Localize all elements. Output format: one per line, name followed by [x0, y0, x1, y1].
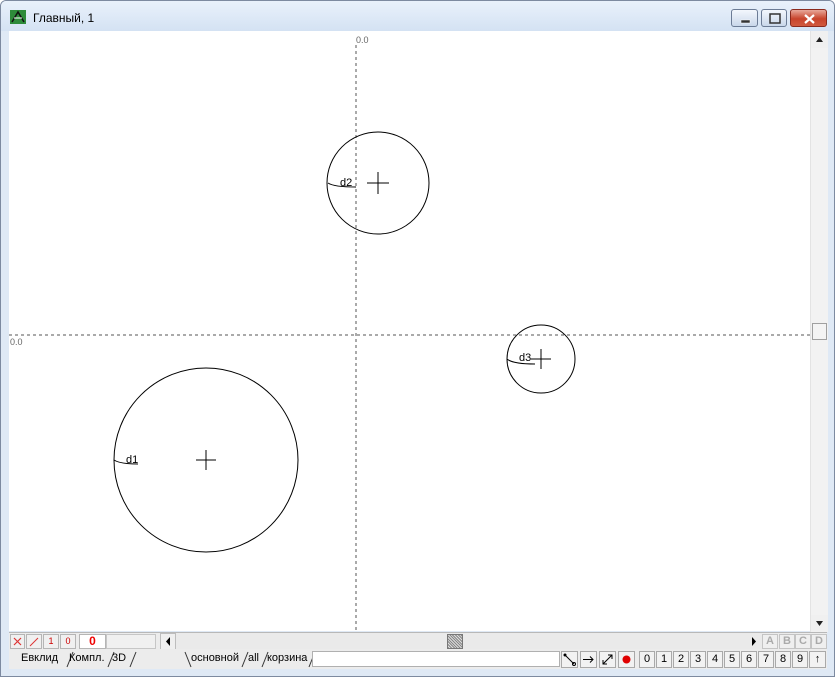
- scroll-up-button[interactable]: [811, 31, 828, 48]
- circle-d1-center-cross: [196, 450, 216, 470]
- scroll-down-button[interactable]: [811, 615, 828, 632]
- window-frame-bottom: [1, 669, 834, 676]
- maximize-button[interactable]: [761, 9, 787, 27]
- close-button[interactable]: [790, 9, 827, 27]
- command-bar: 1 0 0 A B C D: [9, 632, 827, 650]
- tab-all[interactable]: all: [248, 651, 259, 667]
- tab-kompl[interactable]: Компл.: [69, 651, 105, 667]
- letter-a-button[interactable]: A: [762, 634, 778, 649]
- slash-icon: [29, 637, 39, 647]
- triangle-left-icon[interactable]: [160, 633, 176, 650]
- triangle-up-icon: [816, 37, 823, 42]
- main-window: Главный, 1 0.0 0.0 d2 d3 d1 1 0 0 A B C …: [0, 0, 835, 677]
- window-title: Главный, 1: [33, 11, 95, 25]
- letter-d-button[interactable]: D: [811, 634, 827, 649]
- diagonal-arrows-icon: [602, 654, 613, 665]
- circle-d1[interactable]: d1: [113, 367, 299, 553]
- one-button[interactable]: 1: [43, 634, 59, 649]
- x-icon: [13, 637, 22, 646]
- maximize-icon: [769, 13, 781, 24]
- record-button[interactable]: [618, 651, 635, 668]
- number-button-1[interactable]: 1: [656, 651, 672, 668]
- tab-3d[interactable]: 3D: [112, 651, 126, 667]
- counter-value: 0: [79, 634, 106, 649]
- triangle-right-icon[interactable]: [746, 633, 762, 650]
- record-dot-icon: [622, 655, 631, 664]
- number-button-9[interactable]: 9: [792, 651, 808, 668]
- tab-divider-icon: [129, 651, 137, 668]
- number-button-8[interactable]: 8: [775, 651, 791, 668]
- circle-d3[interactable]: d3: [506, 324, 576, 394]
- letter-c-button[interactable]: C: [795, 634, 811, 649]
- drawing-canvas[interactable]: 0.0 0.0 d2 d3 d1: [9, 31, 810, 631]
- delete-button[interactable]: [10, 634, 25, 649]
- tab-korzina[interactable]: корзина: [267, 651, 307, 667]
- minimize-icon: [740, 19, 751, 24]
- axis-label-left: 0.0: [10, 337, 23, 347]
- axis-label-top: 0.0: [356, 35, 369, 45]
- tab-bar: Евклид Компл. 3D основной all корзина 0 …: [9, 649, 827, 669]
- blank-field: [106, 634, 156, 649]
- connect-tool-button[interactable]: [561, 651, 578, 668]
- circle-d2[interactable]: d2: [326, 131, 430, 235]
- tab-evklid[interactable]: Евклид: [21, 651, 58, 667]
- vertical-scrollbar[interactable]: [810, 31, 828, 632]
- triangle-down-icon: [816, 621, 823, 626]
- number-button-3[interactable]: 3: [690, 651, 706, 668]
- tab-osnovnoy[interactable]: основной: [191, 651, 239, 667]
- arrow-right-icon: [583, 656, 594, 663]
- minimize-button[interactable]: [731, 9, 758, 27]
- circle-d3-label: d3: [519, 352, 531, 364]
- close-icon: [804, 14, 815, 24]
- diagonal-connect-icon: [563, 653, 576, 666]
- number-button-6[interactable]: 6: [741, 651, 757, 668]
- vertical-scroll-thumb[interactable]: [812, 323, 827, 340]
- circle-d3-center-cross: [531, 349, 551, 369]
- command-input[interactable]: [312, 651, 560, 667]
- title-bar[interactable]: Главный, 1: [1, 1, 834, 31]
- circle-d2-center-cross: [367, 172, 389, 194]
- letter-b-button[interactable]: B: [779, 634, 795, 649]
- up-arrow-button[interactable]: ↑: [809, 651, 826, 668]
- horizontal-scroll-thumb[interactable]: [447, 634, 463, 649]
- number-button-7[interactable]: 7: [758, 651, 774, 668]
- horizontal-scrollbar[interactable]: [160, 633, 762, 650]
- number-button-2[interactable]: 2: [673, 651, 689, 668]
- zero-button[interactable]: 0: [60, 634, 76, 649]
- drawing-svg[interactable]: 0.0 0.0 d2 d3 d1: [9, 31, 810, 631]
- circle-d2-label: d2: [340, 177, 352, 189]
- circle-d1-label: d1: [126, 454, 138, 466]
- app-icon: [10, 10, 26, 24]
- arrow-tool-button[interactable]: [580, 651, 597, 668]
- number-button-0[interactable]: 0: [639, 651, 655, 668]
- line-button[interactable]: [26, 634, 42, 649]
- number-button-4[interactable]: 4: [707, 651, 723, 668]
- resize-tool-button[interactable]: [599, 651, 616, 668]
- number-button-5[interactable]: 5: [724, 651, 740, 668]
